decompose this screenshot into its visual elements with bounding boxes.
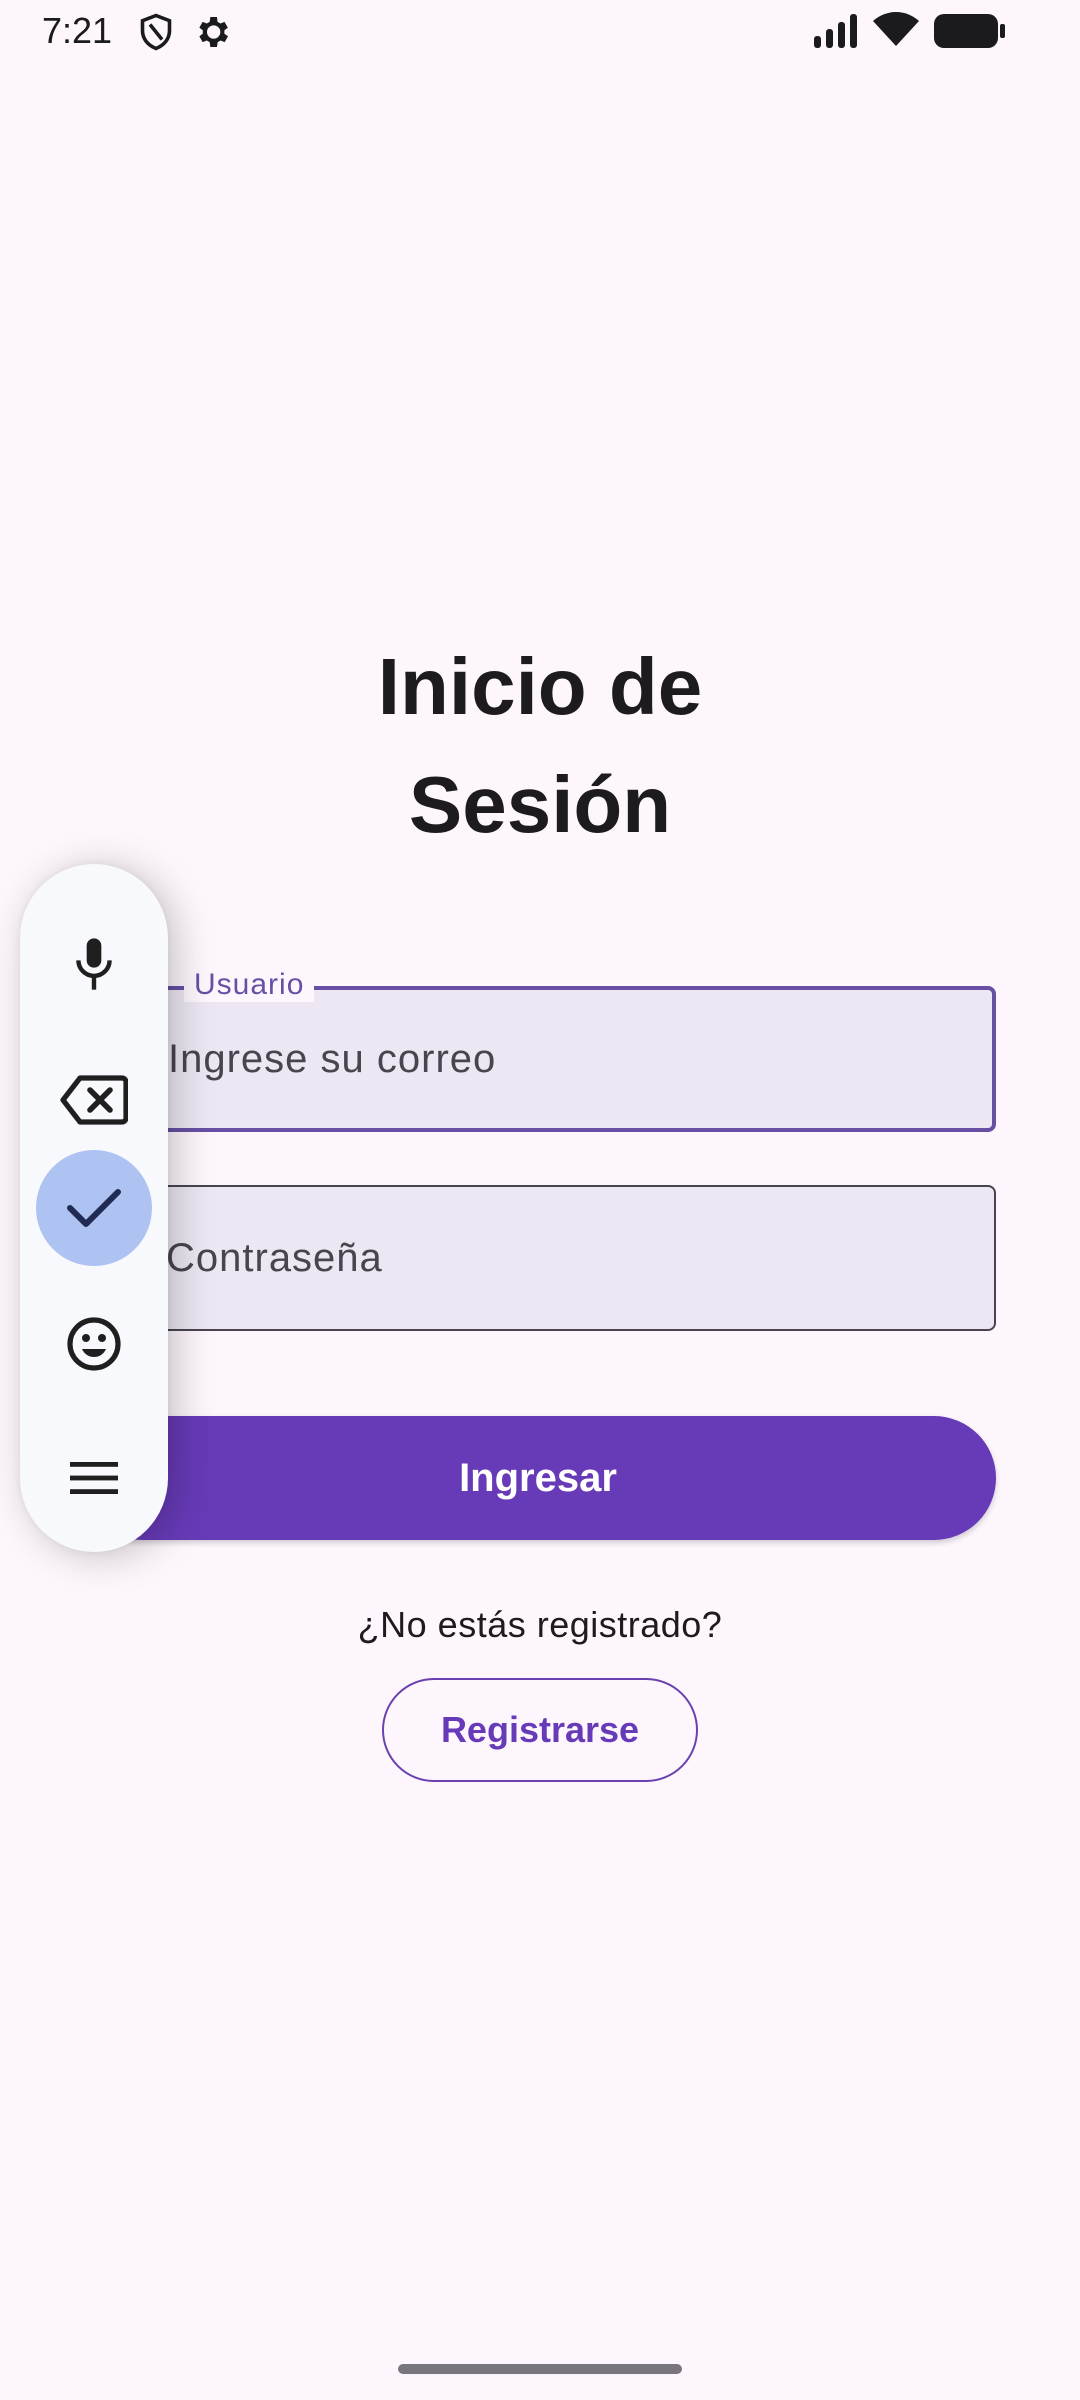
clock: 7:21 <box>42 10 113 51</box>
status-bar: 7:21 <box>0 0 1080 64</box>
menu-icon[interactable] <box>36 1420 152 1536</box>
signal-icon <box>814 14 860 53</box>
username-field[interactable]: Usuario <box>80 968 996 1132</box>
mic-icon[interactable] <box>36 906 152 1022</box>
register-button[interactable]: Registrarse <box>382 1678 698 1782</box>
backspace-icon[interactable] <box>36 1042 152 1158</box>
check-icon[interactable] <box>36 1150 152 1266</box>
username-input[interactable] <box>84 990 992 1128</box>
title-line-2: Sesión <box>408 760 672 849</box>
login-button[interactable]: Ingresar <box>80 1416 996 1540</box>
emoji-icon[interactable] <box>36 1286 152 1402</box>
register-prompt: ¿No estás registrado? <box>357 1604 723 1645</box>
wifi-icon <box>872 12 920 53</box>
password-field[interactable] <box>80 1185 996 1331</box>
battery-icon <box>934 14 1006 53</box>
gear-icon <box>192 12 232 57</box>
password-input[interactable] <box>82 1187 994 1329</box>
floating-keyboard-toolbar <box>20 864 168 1552</box>
home-indicator[interactable] <box>398 2364 682 2374</box>
title-line-1: Inicio de <box>377 642 703 731</box>
login-screen: 7:21 Inicio de Sesión Usuario Ingrese su… <box>0 0 1080 2400</box>
shield-icon <box>138 12 174 57</box>
page-title: Inicio de Sesión <box>0 628 1080 864</box>
